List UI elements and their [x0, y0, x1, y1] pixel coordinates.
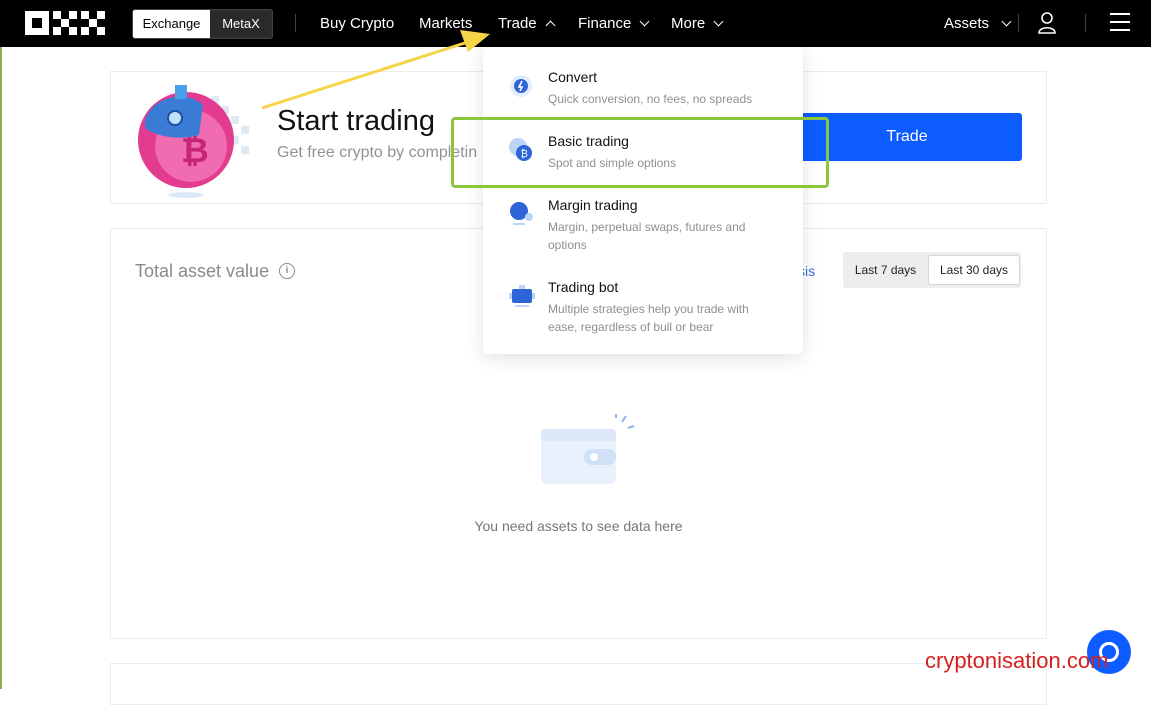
watermark-text: cryptonisation.com	[925, 648, 1109, 673]
annotation-arrow	[261, 30, 490, 110]
